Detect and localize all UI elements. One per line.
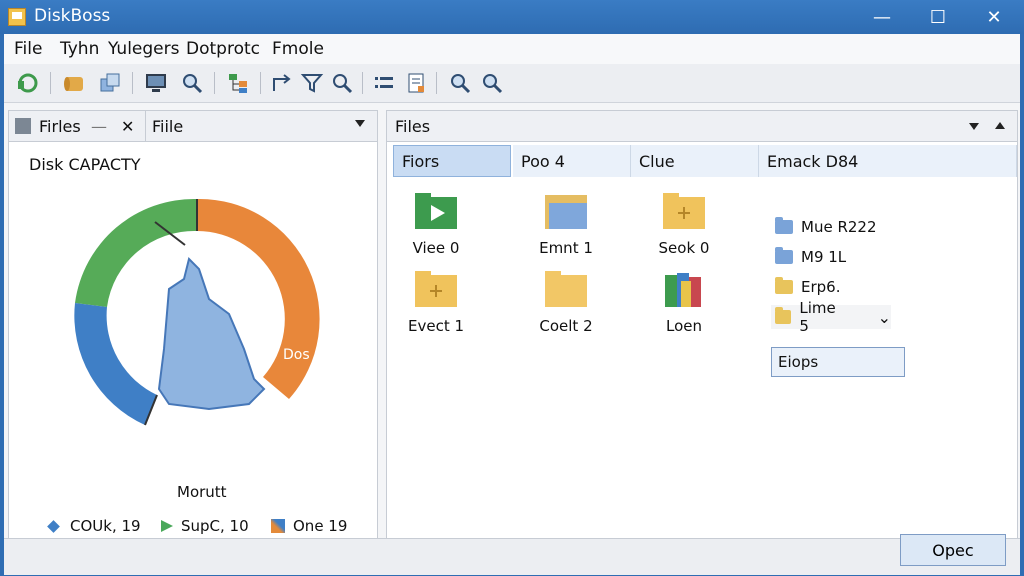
move-icon[interactable]: [268, 69, 296, 97]
tab-files[interactable]: Files: [395, 111, 430, 141]
capacity-chart: [74, 198, 320, 426]
disk-icon[interactable]: [60, 69, 88, 97]
grid-item-label: Evect 1: [407, 317, 465, 335]
grid-item[interactable]: Evect 1: [391, 269, 481, 335]
left-dropdown[interactable]: Fiile: [145, 111, 373, 141]
legend-item: SupC, 10: [161, 517, 249, 535]
folder-icon: [775, 277, 793, 294]
column-header[interactable]: Emack D84: [759, 145, 1017, 177]
tab-close-icon[interactable]: ✕: [121, 111, 134, 141]
menu-yulegers[interactable]: Yulegers: [108, 39, 180, 59]
folder-icon: [545, 271, 587, 307]
left-dropdown-label: Fiile: [152, 116, 184, 136]
chevron-down-icon[interactable]: ⌄: [878, 308, 891, 327]
left-tabstrip: Firles — ✕ Fiile: [9, 111, 377, 142]
app-icon: [8, 8, 26, 26]
dropdown-arrow-icon[interactable]: [969, 123, 979, 130]
list-view-icon[interactable]: [370, 69, 398, 97]
list-item-label: Erp6.: [801, 278, 841, 296]
folder-icon: [775, 217, 793, 234]
legend-label: COUk, 19: [70, 517, 141, 535]
legend-item: COUk, 19: [47, 517, 141, 535]
search-input[interactable]: Eiops: [771, 347, 905, 377]
grid-item[interactable]: Seok 0: [639, 191, 729, 257]
grid-item-label: Coelt 2: [539, 317, 593, 335]
capacity-heading: Disk CAPACTY: [29, 155, 141, 174]
open-button[interactable]: Opec: [900, 534, 1006, 566]
monitor-icon[interactable]: [142, 69, 170, 97]
chart-label-bottom: Morutt: [177, 483, 227, 501]
legend-item: One 19: [271, 517, 347, 535]
column-header[interactable]: Fiors: [393, 145, 511, 177]
add-folder-icon: [663, 193, 705, 229]
filter-icon[interactable]: [298, 69, 326, 97]
diamond-icon: [47, 519, 60, 533]
list-item[interactable]: M9 1L: [775, 245, 846, 269]
grid-item[interactable]: Viee 0: [391, 191, 481, 257]
copy-icon[interactable]: [96, 69, 124, 97]
legend-label: SupC, 10: [181, 517, 249, 535]
window-client: File Tyhn Yulegers Dotprotc Fmole Firles…: [4, 34, 1020, 575]
tree-icon[interactable]: [224, 69, 252, 97]
maximize-button[interactable]: ☐: [914, 0, 962, 34]
disk-capacity-pane: Firles — ✕ Fiile Disk CAPACTY Dos Morutt…: [8, 110, 378, 572]
grid-item[interactable]: Coelt 2: [521, 269, 611, 335]
tab-firles[interactable]: Firles: [15, 111, 81, 141]
column-header[interactable]: Clue: [631, 145, 759, 177]
grid-item[interactable]: Loen: [639, 269, 729, 335]
right-tabstrip: Files: [387, 111, 1017, 142]
close-button[interactable]: ✕: [970, 0, 1018, 34]
report-icon[interactable]: [402, 69, 430, 97]
network-folder-icon: [775, 247, 793, 264]
folder-icon: [545, 195, 587, 229]
add-folder-icon: [415, 271, 457, 307]
list-item-label: M9 1L: [801, 248, 847, 266]
toolbar: [4, 64, 1020, 103]
status-bar: [4, 538, 1020, 575]
title-bar: DiskBoss — ☐ ✕: [0, 0, 1024, 34]
menu-file[interactable]: File: [14, 39, 42, 59]
grid-item-label: Loen: [665, 317, 702, 335]
dropdown-arrow-icon: [355, 120, 365, 127]
grid-item[interactable]: Emnt 1: [521, 191, 611, 257]
menu-fmole[interactable]: Fmole: [272, 39, 324, 59]
column-header[interactable]: Poo 4: [513, 145, 631, 177]
zoom-in-icon[interactable]: [446, 69, 474, 97]
grid-item-label: Seok 0: [658, 239, 710, 257]
list-item[interactable]: Erp6.: [775, 275, 840, 299]
menu-tyhn[interactable]: Tyhn: [60, 39, 99, 59]
grid-item-label: Viee 0: [412, 239, 460, 257]
tab-separator: —: [91, 116, 107, 136]
list-item-label: Mue R222: [801, 218, 877, 236]
list-item[interactable]: Mue R222: [775, 215, 877, 239]
menu-dotprotc[interactable]: Dotprotc: [186, 39, 260, 59]
search-icon[interactable]: [178, 69, 206, 97]
minimize-button[interactable]: —: [858, 0, 906, 34]
collapse-arrow-icon[interactable]: [995, 122, 1005, 129]
zoom-icon[interactable]: [328, 69, 356, 97]
window-title: DiskBoss: [34, 6, 111, 26]
list-item-label: Lime 5: [799, 299, 836, 335]
files-pane: Files Fiors Poo 4 Clue Emack D84 Viee 0 …: [386, 110, 1018, 572]
folder-tree-icon: [15, 118, 31, 134]
books-icon: [665, 273, 701, 307]
legend-label: One 19: [293, 517, 348, 535]
flag-icon: [161, 520, 173, 532]
tab-firles-label: Firles: [39, 116, 81, 136]
chart-label-right: Dos: [283, 347, 310, 363]
zoom-out-icon[interactable]: [478, 69, 506, 97]
folder-icon: [775, 307, 792, 324]
grid-item-label: Emnt 1: [539, 239, 593, 257]
pencil-icon: [271, 519, 285, 533]
refresh-icon[interactable]: [14, 69, 42, 97]
list-item-selected[interactable]: Lime 5 ⌄: [771, 299, 891, 335]
menu-bar: File Tyhn Yulegers Dotprotc Fmole: [4, 34, 1020, 64]
play-folder-icon: [415, 193, 457, 229]
